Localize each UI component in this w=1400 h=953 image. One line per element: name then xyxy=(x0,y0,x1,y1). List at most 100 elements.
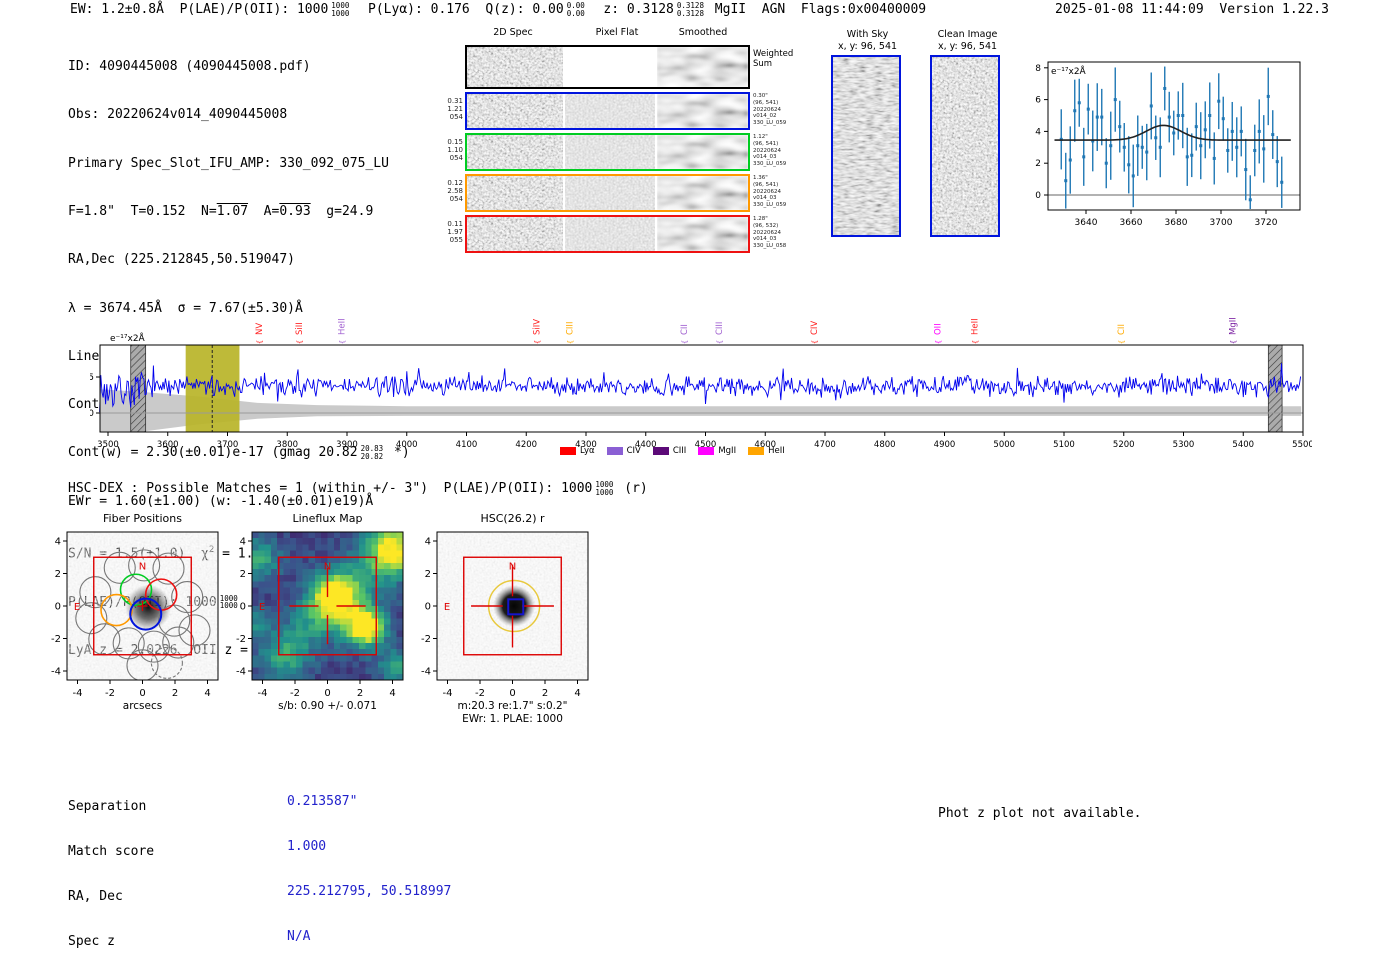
spec2d-fiber-row xyxy=(465,133,750,171)
hsc-cutout-plot: HSC(26.2) r N E 4 2 0 -2 -4 -4 -2 0 2 4 m:20.3 re:1.7… xyxy=(421,512,589,725)
svg-text:3720: 3720 xyxy=(1255,218,1278,228)
fiber-row-right-labels: 0.30" (96, 541) 20220624 v014_02 330_LU_059 xyxy=(753,93,787,127)
smoothed-image xyxy=(657,176,748,210)
svg-text:8: 8 xyxy=(1035,64,1041,74)
svg-text:-4: -4 xyxy=(236,667,246,678)
match-table-labels: Separation Match score RA, Dec Spec z Ph… xyxy=(68,799,155,949)
svg-text:OII: OII xyxy=(933,323,943,335)
svg-text:0: 0 xyxy=(1035,191,1041,201)
pixelflat-image xyxy=(565,135,655,169)
svg-text:-2: -2 xyxy=(51,634,61,645)
lineflux-map-panel: Lineflux Map N E 4 2 0 -2 -4 -4 -2 0 2 4 s/b: 0.90 +/… xyxy=(225,510,425,728)
svg-text:e⁻¹⁷x2Å: e⁻¹⁷x2Å xyxy=(1051,65,1087,77)
svg-text:{: { xyxy=(256,340,264,344)
report-datetime-version: 2025-01-08 11:44:09 Version 1.22.3 xyxy=(1055,2,1329,17)
info-id: ID: 4090445008 (4090445008.pdf) xyxy=(68,59,311,75)
info-seeing: F=1.8" T=0.152 N=1.07 A=0.93 g=24.9 xyxy=(68,204,374,220)
svg-text:3640: 3640 xyxy=(1075,218,1098,228)
fiber-row-right-labels: 1.28" (96, 532) 20220624 v014_03 330_LU_058 xyxy=(753,216,787,250)
svg-text:6: 6 xyxy=(1035,96,1041,106)
qz-value: Q(z): 0.00 xyxy=(485,2,564,17)
z-fraction: 0.3128 0.3128 xyxy=(676,1,704,18)
svg-text:arcsecs: arcsecs xyxy=(123,700,162,712)
svg-text:5300: 5300 xyxy=(1173,440,1195,450)
svg-text:SiII: SiII xyxy=(295,322,305,335)
agn-flag: AGN xyxy=(761,2,786,17)
svg-text:m:20.3 re:1.7" s:0.2": m:20.3 re:1.7" s:0.2" xyxy=(458,700,568,712)
line-fit-zoom-plot: 3640 3660 3680 3700 3720 0 2 4 6 8 e⁻¹⁷x2Å xyxy=(1035,61,1301,228)
svg-text:-4: -4 xyxy=(51,667,61,678)
fiber-row-right-labels: 1.36" (96, 541) 20220624 v014_03 330_LU_059 xyxy=(753,175,787,209)
svg-text:{: { xyxy=(566,340,574,344)
svg-text:E: E xyxy=(259,602,265,613)
svg-text:3600: 3600 xyxy=(157,440,179,450)
svg-text:2: 2 xyxy=(172,688,178,699)
pixelflat-image xyxy=(565,217,655,251)
spec2d-image xyxy=(467,94,563,128)
fiber-row-left-labels: 0.31 1.21 054 xyxy=(447,97,463,121)
svg-text:3500: 3500 xyxy=(97,440,119,450)
svg-text:5400: 5400 xyxy=(1232,440,1254,450)
svg-text:0: 0 xyxy=(324,688,330,699)
svg-text:NV: NV xyxy=(255,323,265,335)
svg-text:2: 2 xyxy=(55,569,61,580)
legend-item: CIII xyxy=(652,446,686,456)
legend-item: Lyα xyxy=(560,446,595,456)
svg-text:EWr: 1. PLAE: 1000: EWr: 1. PLAE: 1000 xyxy=(462,713,563,725)
smoothed-image xyxy=(657,47,748,87)
svg-text:{: { xyxy=(934,340,942,344)
weighted-sum-label: Weighted Sum xyxy=(753,49,794,69)
hsc-dex-match-line: HSC-DEX : Possible Matches = 1 (within +… xyxy=(68,480,648,497)
legend-item: CIV xyxy=(606,446,641,456)
svg-text:5500: 5500 xyxy=(1292,440,1312,450)
fiber-row-left-labels: 0.12 2.58 054 xyxy=(447,179,463,203)
svg-text:{: { xyxy=(681,340,689,344)
svg-text:2: 2 xyxy=(240,569,246,580)
fiber-positions-plot: Fiber Positions N E 4 2 0 -2 -4 -4 -2 0 2 4 arcsecs xyxy=(51,512,219,712)
svg-text:5: 5 xyxy=(90,373,94,383)
svg-text:e⁻¹⁷x2Å: e⁻¹⁷x2Å xyxy=(110,332,146,344)
datetime: 2025-01-08 11:44:09 xyxy=(1055,2,1204,17)
info-radec: RA,Dec (225.212845,50.519047) xyxy=(68,252,295,268)
pixelflat-image xyxy=(565,47,655,87)
spec2d-image xyxy=(467,217,563,251)
clean-image xyxy=(930,55,1000,237)
svg-text:E: E xyxy=(74,602,80,613)
svg-text:4200: 4200 xyxy=(515,440,537,450)
svg-text:-4: -4 xyxy=(258,688,268,699)
svg-text:HeII: HeII xyxy=(338,318,348,335)
svg-text:4: 4 xyxy=(425,537,431,548)
smoothed-image xyxy=(657,217,748,251)
info-primary-spec: Primary Spec_Slot_IFU_AMP: 330_092_075_L… xyxy=(68,155,389,171)
svg-text:CIV: CIV xyxy=(810,321,820,335)
hsc-cutout-panel: HSC(26.2) r N E 4 2 0 -2 -4 -4 -2 0 2 4 m:20.3 re:1.7… xyxy=(410,510,610,728)
svg-text:0: 0 xyxy=(139,688,145,699)
spec2d-weighted-row xyxy=(465,45,750,89)
info-ewr: EWr = 1.60(±1.00) (w: -1.40(±0.01)e19)Å xyxy=(68,493,374,509)
svg-text:4800: 4800 xyxy=(874,440,896,450)
col-header-pixelflat: Pixel Flat xyxy=(595,27,639,38)
svg-text:{: { xyxy=(811,340,819,344)
legend-item: HeII xyxy=(748,446,785,456)
svg-text:-2: -2 xyxy=(475,688,485,699)
svg-text:4: 4 xyxy=(1035,127,1041,137)
spectrum-legend: Lyα CIV CIII MgII HeII xyxy=(560,446,785,456)
spec2d-fiber-row xyxy=(465,174,750,212)
report-summary-line: EW: 1.2±0.8Å P(LAE)/P(OII): 1000 1000 1000… xyxy=(70,2,926,17)
with-sky-image xyxy=(831,55,901,237)
clean-image-title: Clean Image xyxy=(937,29,998,40)
svg-text:-2: -2 xyxy=(421,634,431,645)
col-header-smoothed: Smoothed xyxy=(678,27,728,38)
spec2d-fiber-row xyxy=(465,215,750,253)
svg-text:{: { xyxy=(1229,340,1237,344)
svg-text:2: 2 xyxy=(1035,159,1041,169)
smoothed-image xyxy=(657,94,748,128)
svg-text:4700: 4700 xyxy=(814,440,836,450)
svg-text:4: 4 xyxy=(574,688,580,699)
svg-text:SiIV: SiIV xyxy=(532,319,542,335)
svg-text:4: 4 xyxy=(389,688,395,699)
svg-text:2: 2 xyxy=(542,688,548,699)
svg-text:Fiber Positions: Fiber Positions xyxy=(103,512,182,525)
svg-text:0: 0 xyxy=(425,602,431,613)
fiber-row-left-labels: 0.15 1.10 054 xyxy=(447,138,463,162)
